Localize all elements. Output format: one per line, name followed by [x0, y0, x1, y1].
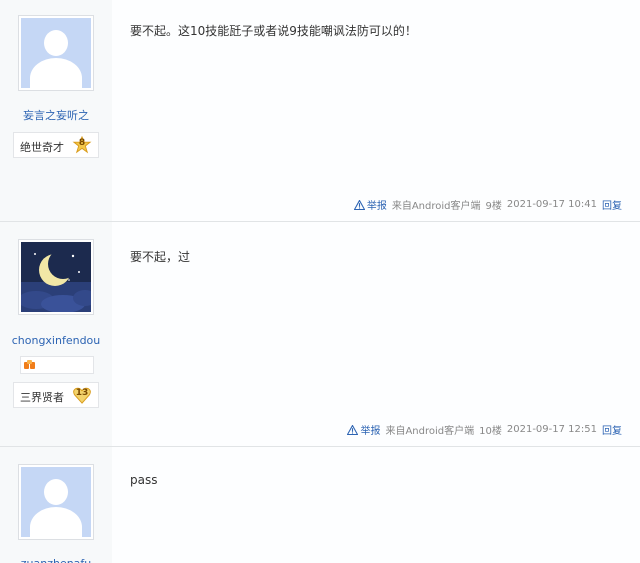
post-content-panel: [112, 447, 640, 563]
user-title-badge[interactable]: 绝世奇才 8: [13, 132, 99, 158]
post-content-panel: [112, 222, 640, 446]
user-icon-bar: [20, 356, 94, 374]
post-time: 2021-09-17 10:41: [506, 199, 597, 210]
reply-link[interactable]: 回复: [602, 422, 622, 437]
author-username[interactable]: zuanzhenafu: [0, 557, 112, 563]
author-username[interactable]: 妄言之妄听之: [0, 107, 112, 123]
user-title-badge[interactable]: 三界贤者 13: [13, 382, 99, 408]
avatar[interactable]: [18, 464, 94, 540]
reply-link[interactable]: 回复: [602, 197, 622, 212]
post-source[interactable]: 来自Android客户端: [392, 197, 481, 212]
floor-number: 10楼: [479, 426, 502, 437]
post-floor-11: zuanzhenafu pass: [0, 447, 640, 563]
moon-night-avatar-icon: [21, 242, 91, 312]
floor-number: 9楼: [485, 201, 502, 212]
post-content-text: pass: [130, 473, 158, 487]
post-footer: 举报 来自Android客户端 9楼 2021-09-17 10:41 回复: [353, 197, 622, 212]
avatar[interactable]: [18, 15, 94, 91]
user-title-label: 三界贤者: [20, 391, 64, 404]
report-link[interactable]: 举报: [353, 197, 387, 212]
default-avatar-icon: [21, 18, 91, 88]
post-floor-9: 妄言之妄听之 绝世奇才 8 要不起。这10技能瓩子或者说9技能嘲讽法防可以的！ …: [0, 0, 640, 222]
post-content-text: 要不起，过: [130, 250, 191, 264]
user-level-number: 8: [78, 138, 86, 148]
default-avatar-icon: [21, 467, 91, 537]
post-floor-10: chongxinfendou 三界贤者 13 要不起，过 举报 来自Androi…: [0, 222, 640, 447]
report-label: 举报: [360, 426, 381, 437]
post-content-text: 要不起。这10技能瓩子或者说9技能嘲讽法防可以的！: [130, 24, 417, 38]
avatar[interactable]: [18, 239, 94, 315]
post-time: 2021-09-17 12:51: [506, 424, 597, 435]
post-source[interactable]: 来自Android客户端: [385, 422, 474, 437]
user-level-number: 13: [75, 388, 89, 398]
user-title-label: 绝世奇才: [20, 141, 64, 154]
report-link[interactable]: 举报: [347, 422, 380, 437]
warning-icon: [353, 199, 365, 210]
report-label: 举报: [366, 201, 387, 212]
author-username[interactable]: chongxinfendou: [0, 334, 112, 347]
post-footer: 举报 来自Android客户端 10楼 2021-09-17 12:51 回复: [347, 422, 622, 437]
warning-icon: [347, 424, 359, 435]
medal-icon[interactable]: [24, 360, 36, 370]
